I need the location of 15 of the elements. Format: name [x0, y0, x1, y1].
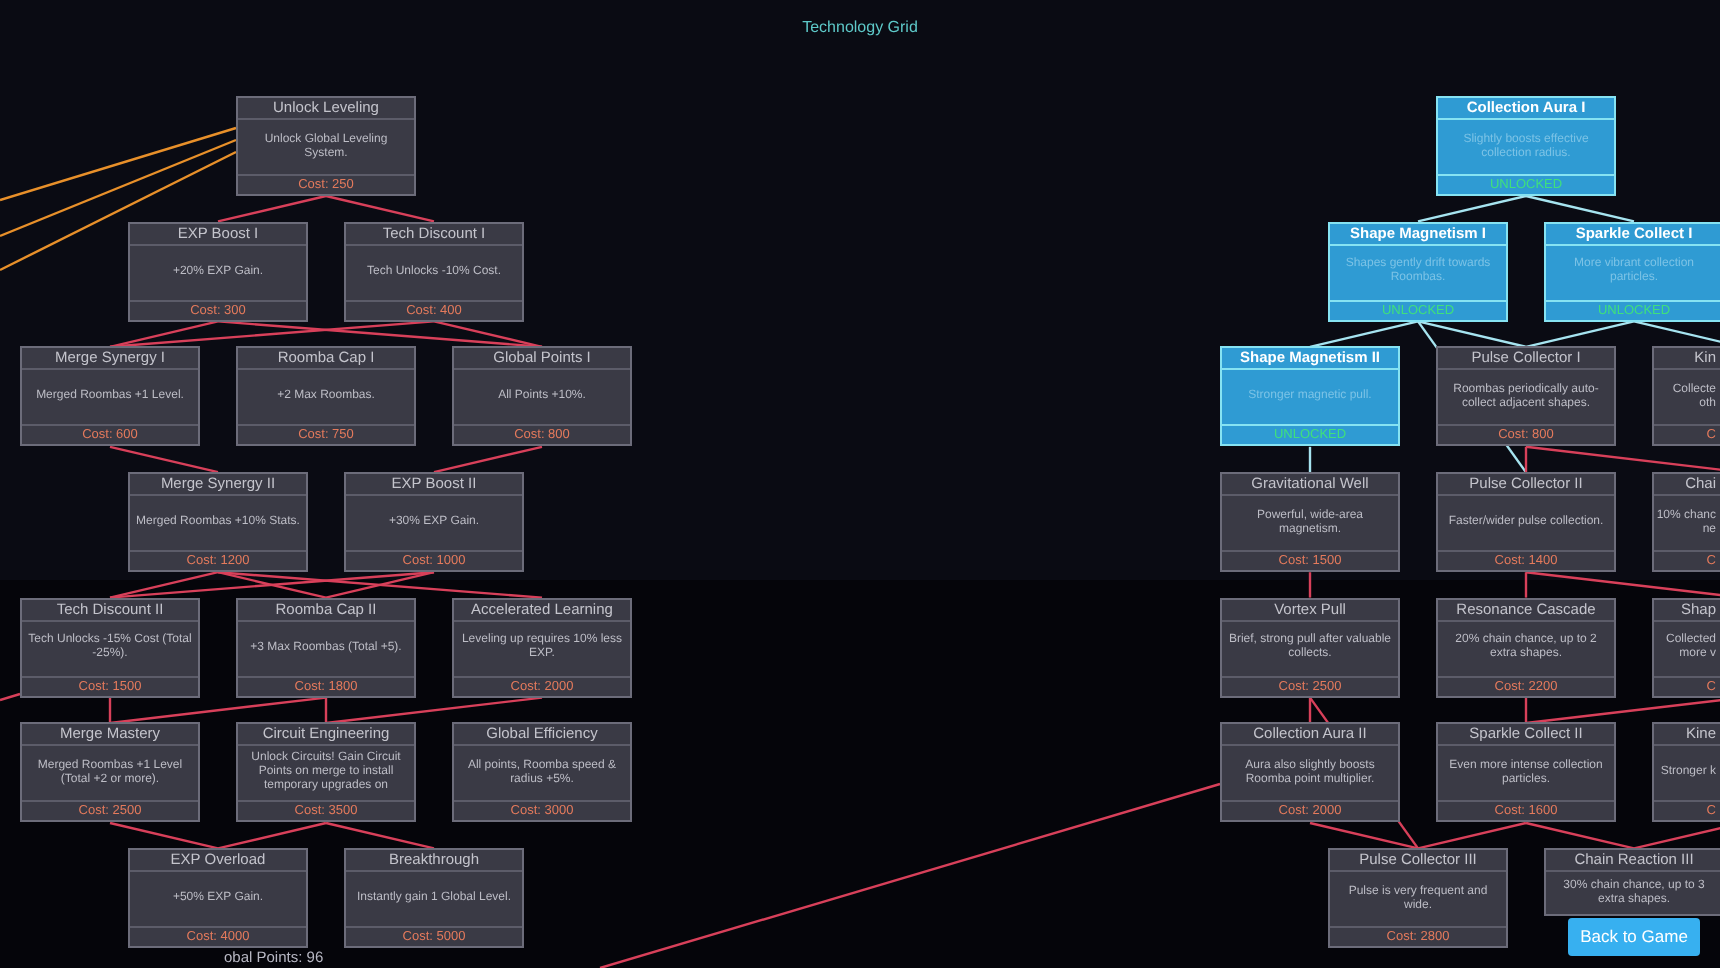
- connector-line: [1633, 821, 1720, 850]
- connector-line: [1633, 320, 1720, 348]
- connector-line: [109, 821, 219, 850]
- connector-line: [109, 445, 219, 474]
- connector-line: [1525, 821, 1635, 850]
- connector-line: [325, 194, 435, 223]
- connector-line: [1525, 194, 1635, 223]
- connector-line: [0, 692, 21, 702]
- connector-line: [1417, 194, 1527, 223]
- connector-line: [217, 821, 327, 850]
- connector-line: [1308, 572, 1312, 598]
- connector-line: [1308, 446, 1312, 473]
- connector-line: [325, 821, 435, 850]
- page-title: Technology Grid: [802, 16, 918, 40]
- connector-line: [433, 445, 543, 474]
